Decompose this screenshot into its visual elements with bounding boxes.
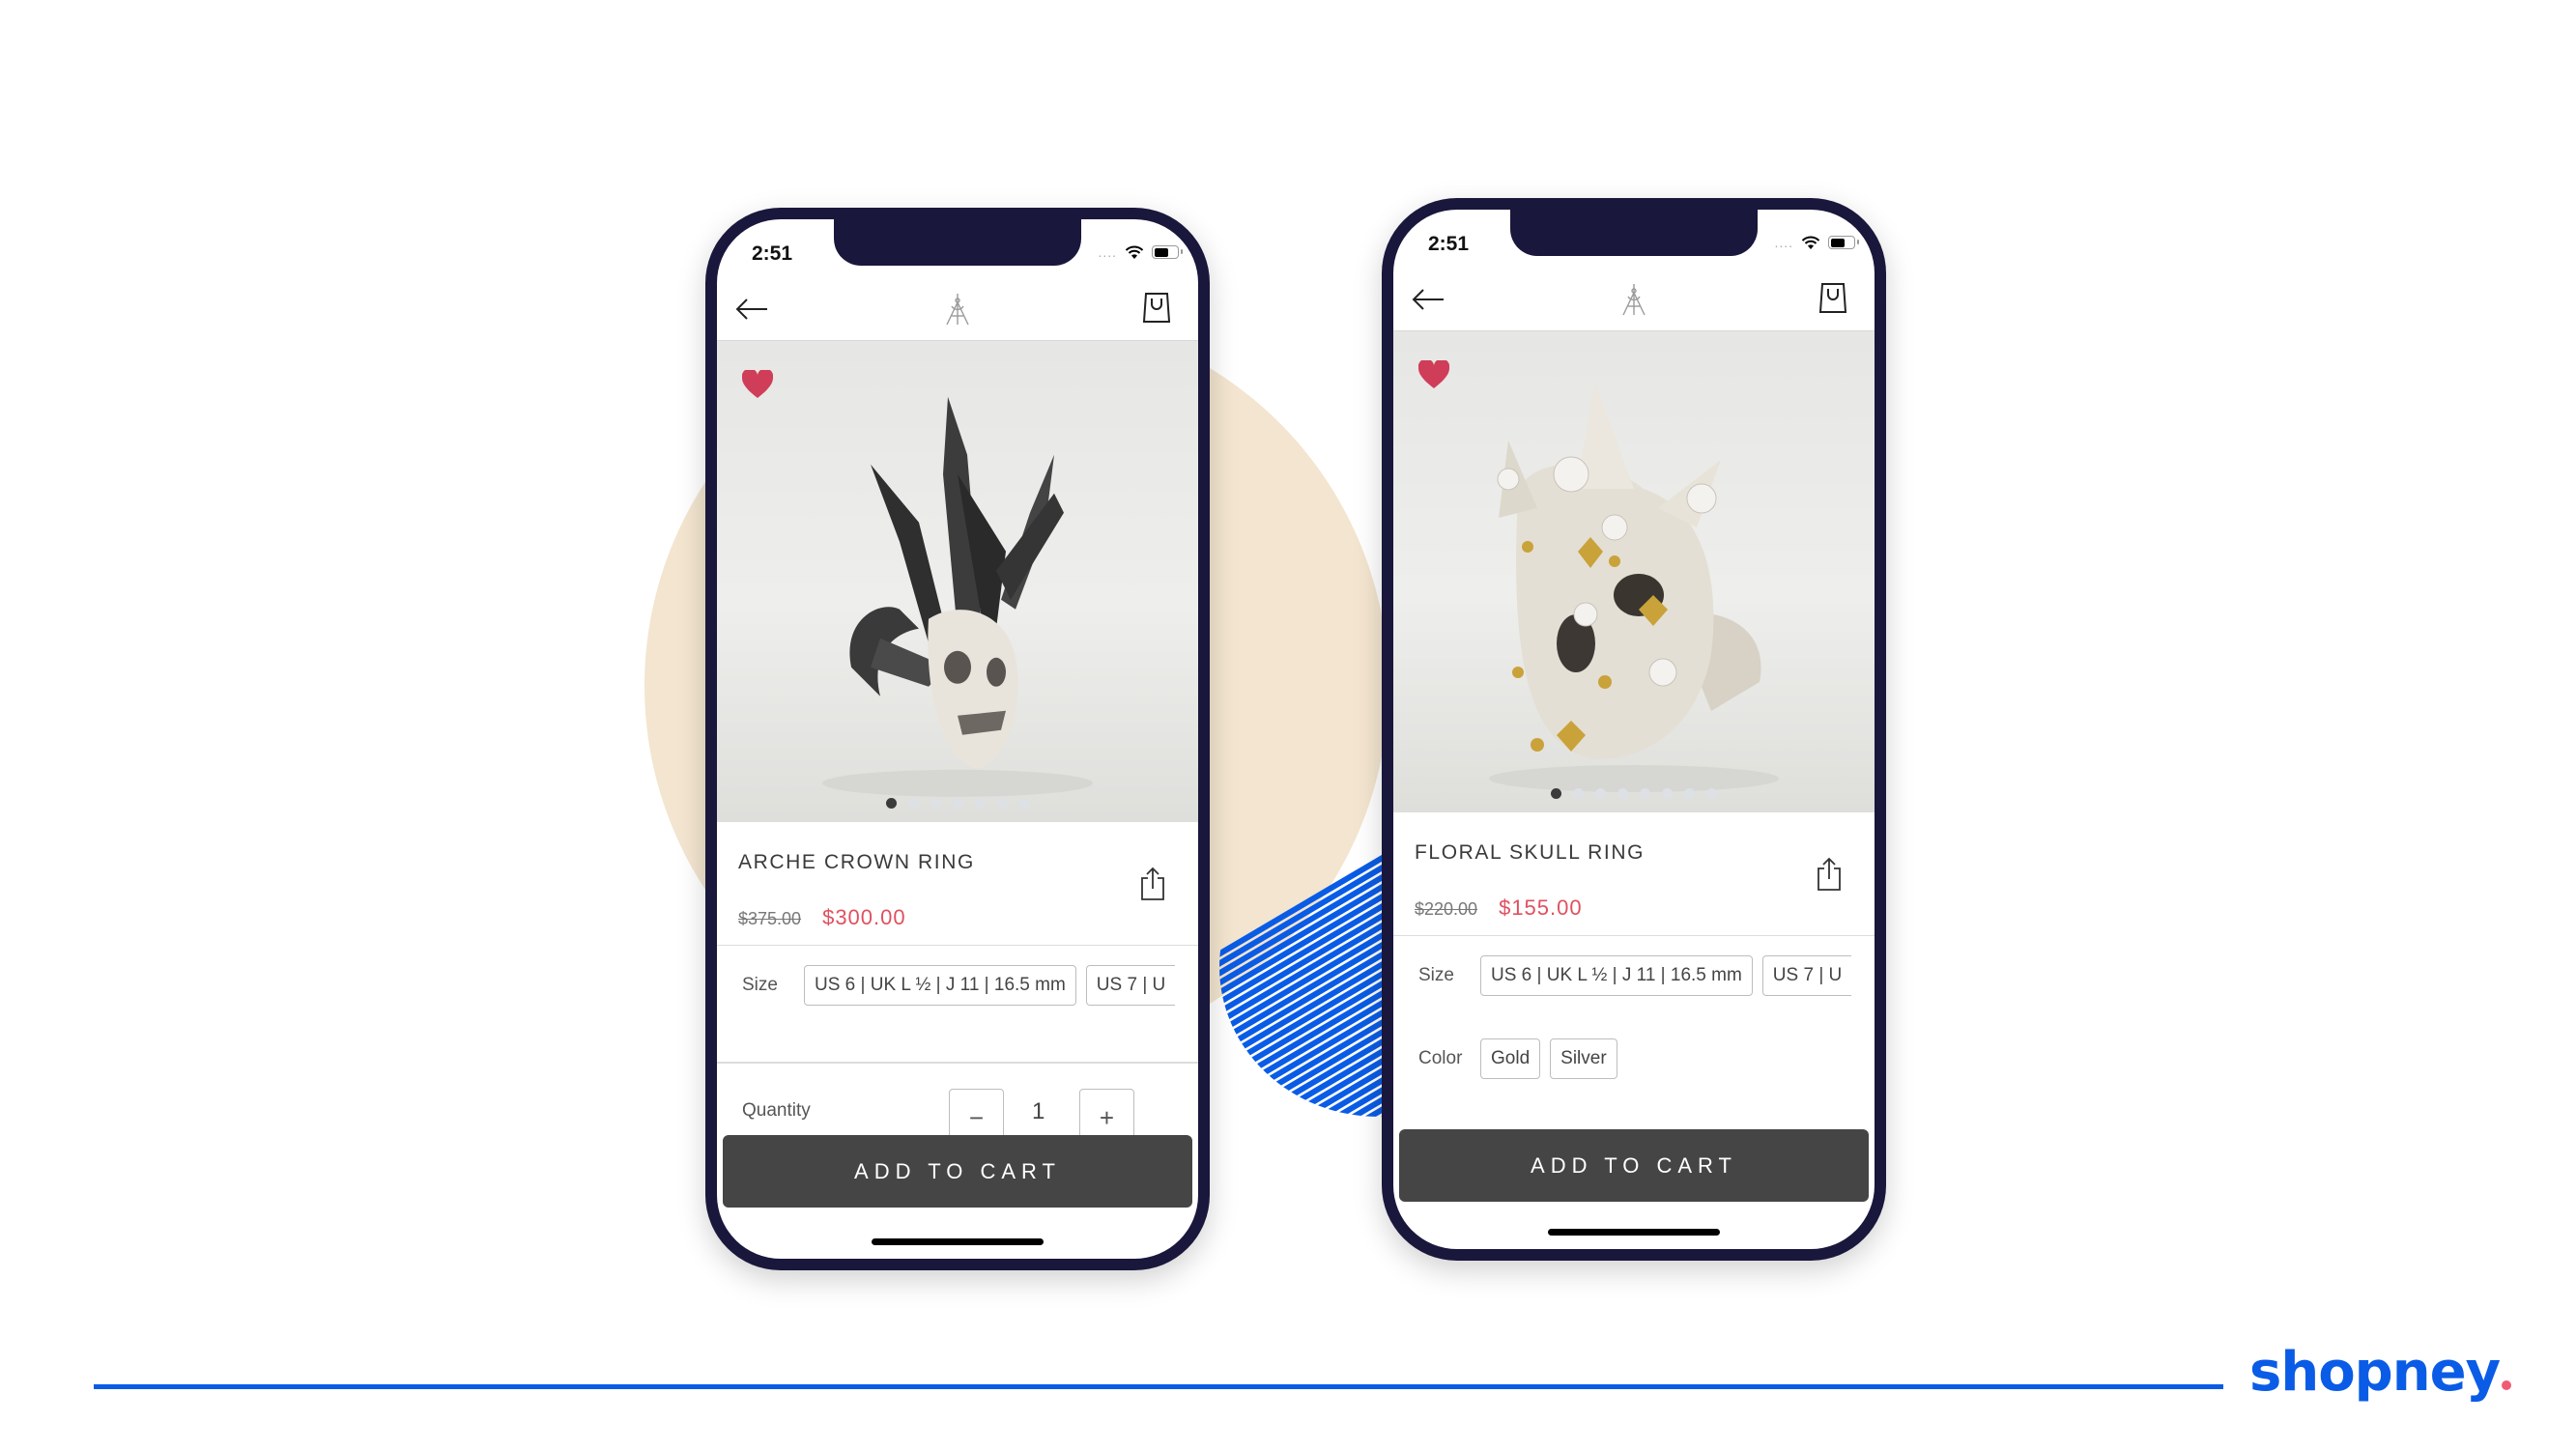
carousel-dot[interactable] xyxy=(1573,788,1584,799)
share-icon[interactable] xyxy=(1817,857,1842,892)
home-indicator xyxy=(1548,1229,1720,1236)
product-info: FLORAL SKULL RING $220.00 $155.00 xyxy=(1393,812,1875,936)
size-option-row: Size US 6 | UK L ½ | J 11 | 16.5 mm US 7… xyxy=(1393,955,1875,996)
carousel-dot[interactable] xyxy=(952,798,963,809)
size-option-us6[interactable]: US 6 | UK L ½ | J 11 | 16.5 mm xyxy=(804,965,1076,1006)
product-info: ARCHE CROWN RING $375.00 $300.00 xyxy=(717,822,1198,946)
phone-notch xyxy=(1510,210,1758,256)
brand-logo-icon xyxy=(1622,284,1646,316)
carousel-dot[interactable] xyxy=(1617,788,1628,799)
nav-bar xyxy=(1393,268,1875,331)
carousel-dot[interactable] xyxy=(1595,788,1606,799)
original-price: $220.00 xyxy=(1415,899,1478,919)
nav-bar xyxy=(717,277,1198,341)
signal-icon: .... xyxy=(1774,235,1793,250)
share-icon[interactable] xyxy=(1140,867,1165,901)
carousel-dot[interactable] xyxy=(974,798,986,809)
product-photo-floral-skull-ring xyxy=(1489,383,1779,792)
carousel-dot[interactable] xyxy=(1706,788,1717,799)
size-option-row: Size US 6 | UK L ½ | J 11 | 16.5 mm US 7… xyxy=(717,965,1198,1006)
carousel-dot[interactable] xyxy=(1684,788,1695,799)
phone-notch xyxy=(834,219,1081,266)
price-row: $375.00 $300.00 xyxy=(738,905,906,930)
quantity-value[interactable]: 1 xyxy=(1032,1098,1045,1125)
original-price: $375.00 xyxy=(738,909,802,928)
wifi-icon xyxy=(1801,236,1820,250)
size-option-us6[interactable]: US 6 | UK L ½ | J 11 | 16.5 mm xyxy=(1480,955,1753,996)
heart-icon[interactable] xyxy=(1418,360,1449,389)
status-time: 2:51 xyxy=(752,242,793,265)
shopney-logo: shopney xyxy=(2249,1341,2512,1404)
status-time: 2:51 xyxy=(1428,233,1470,255)
color-option-gold[interactable]: Gold xyxy=(1480,1038,1541,1079)
size-label: Size xyxy=(1418,965,1454,985)
carousel-dot[interactable] xyxy=(996,798,1008,809)
section-divider xyxy=(717,1062,1198,1064)
color-option-silver[interactable]: Silver xyxy=(1550,1038,1617,1079)
carousel-dots[interactable] xyxy=(1393,788,1875,799)
carousel-dots[interactable] xyxy=(717,798,1198,809)
add-to-cart-button[interactable]: ADD TO CART xyxy=(723,1135,1192,1208)
sale-price: $155.00 xyxy=(1499,896,1583,920)
color-label: Color xyxy=(1418,1048,1463,1068)
size-label: Size xyxy=(742,975,778,995)
phone-mockup-left: 2:51 .... ARCHE CROWN RING $375.00 $300.… xyxy=(705,208,1210,1270)
carousel-dot[interactable] xyxy=(1640,788,1650,799)
carousel-dot[interactable] xyxy=(930,798,941,809)
carousel-dot[interactable] xyxy=(907,798,919,809)
footer-divider-line xyxy=(94,1384,2223,1389)
carousel-dot[interactable] xyxy=(1551,788,1561,799)
quantity-decrement-button[interactable]: − xyxy=(949,1089,1004,1135)
arrow-left-icon[interactable] xyxy=(1411,287,1445,312)
size-option-us7[interactable]: US 7 | U xyxy=(1085,965,1176,1006)
shopping-bag-icon[interactable] xyxy=(1818,281,1847,314)
battery-icon xyxy=(1152,245,1183,259)
price-row: $220.00 $155.00 xyxy=(1415,896,1583,921)
arrow-left-icon[interactable] xyxy=(734,297,769,322)
add-to-cart-button[interactable]: ADD TO CART xyxy=(1399,1129,1869,1202)
brand-logo-icon xyxy=(946,294,969,326)
phone-screen: 2:51 .... xyxy=(717,219,1198,1259)
logo-dot xyxy=(2502,1380,2512,1390)
quantity-label: Quantity xyxy=(742,1100,811,1121)
phone-mockup-right: 2:51 .... FLORAL SKULL RING $220.00 $155… xyxy=(1382,198,1886,1261)
battery-icon xyxy=(1828,236,1859,249)
quantity-row: Quantity − 1 + xyxy=(717,1077,1198,1135)
color-option-row: Color Gold Silver xyxy=(1393,1038,1875,1079)
size-option-us7[interactable]: US 7 | U xyxy=(1761,955,1852,996)
product-title: FLORAL SKULL RING xyxy=(1415,841,1646,864)
signal-icon: .... xyxy=(1098,244,1117,260)
carousel-dot[interactable] xyxy=(1018,798,1030,809)
product-image-carousel[interactable] xyxy=(1393,331,1875,812)
product-photo-arche-crown-ring xyxy=(822,396,1093,797)
heart-icon[interactable] xyxy=(742,370,773,399)
phone-screen: 2:51 .... xyxy=(1393,210,1875,1249)
sale-price: $300.00 xyxy=(822,905,906,929)
carousel-dot[interactable] xyxy=(1662,788,1673,799)
product-image-carousel[interactable] xyxy=(717,341,1198,822)
shopping-bag-icon[interactable] xyxy=(1142,291,1171,324)
product-title: ARCHE CROWN RING xyxy=(738,851,975,873)
carousel-dot[interactable] xyxy=(885,798,897,809)
logo-text: shopney xyxy=(2249,1341,2501,1404)
wifi-icon xyxy=(1125,245,1144,260)
home-indicator xyxy=(872,1238,1044,1245)
quantity-increment-button[interactable]: + xyxy=(1079,1089,1134,1135)
